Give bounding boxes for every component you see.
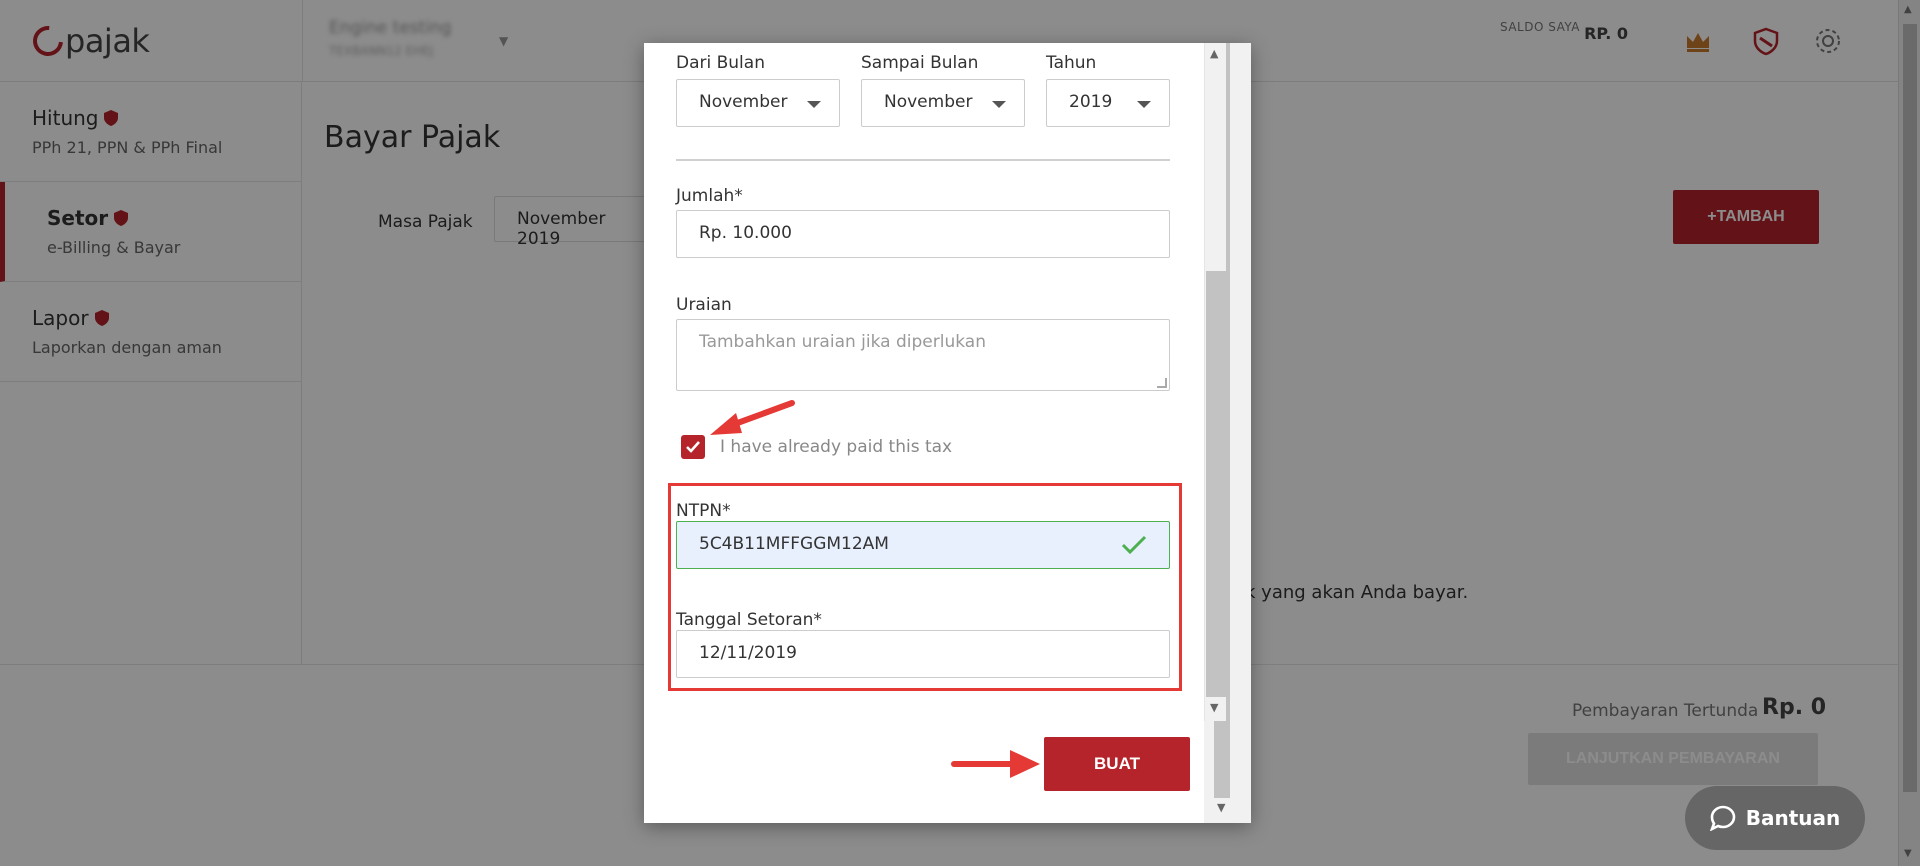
annotation-arrow-icon bbox=[710, 400, 795, 435]
help-label: Bantuan bbox=[1745, 806, 1841, 830]
sampai-bulan-select[interactable]: November bbox=[861, 79, 1025, 127]
checkmark-icon bbox=[686, 441, 700, 453]
annotation-highlight-box bbox=[668, 483, 1182, 691]
tahun-value: 2019 bbox=[1069, 92, 1113, 112]
help-button[interactable]: Bantuan bbox=[1685, 786, 1865, 850]
caret-down-icon bbox=[807, 101, 821, 108]
sampai-bulan-label: Sampai Bulan bbox=[861, 53, 979, 73]
resize-grip-icon[interactable] bbox=[1157, 378, 1167, 388]
annotation-arrow-icon bbox=[951, 750, 1040, 778]
buat-button[interactable]: BUAT bbox=[1044, 737, 1190, 791]
tahun-label: Tahun bbox=[1046, 53, 1097, 73]
scroll-down-icon[interactable]: ▼ bbox=[1210, 701, 1218, 714]
modal-inner-scroll-thumb[interactable] bbox=[1206, 271, 1226, 697]
scroll-down-icon[interactable]: ▼ bbox=[1217, 801, 1225, 814]
caret-down-icon bbox=[992, 101, 1006, 108]
tahun-select[interactable]: 2019 bbox=[1046, 79, 1170, 127]
caret-down-icon bbox=[1137, 101, 1151, 108]
dari-bulan-select[interactable]: November bbox=[676, 79, 840, 127]
uraian-label: Uraian bbox=[676, 295, 732, 315]
chat-bubble-icon bbox=[1709, 805, 1736, 831]
jumlah-label: Jumlah* bbox=[676, 186, 743, 206]
section-divider bbox=[676, 159, 1170, 161]
scroll-up-icon[interactable]: ▲ bbox=[1210, 47, 1218, 60]
uraian-textarea[interactable]: Tambahkan uraian jika diperlukan bbox=[676, 319, 1170, 391]
payment-modal: ▼ Dari Bulan November Sampai Bulan Novem… bbox=[644, 43, 1251, 823]
modal-body: Dari Bulan November Sampai Bulan Novembe… bbox=[644, 43, 1204, 823]
dari-bulan-value: November bbox=[699, 92, 788, 112]
modal-inner-scrollbar[interactable]: ▲ ▼ bbox=[1204, 43, 1226, 721]
sampai-bulan-value: November bbox=[884, 92, 973, 112]
jumlah-input[interactable]: Rp. 10.000 bbox=[676, 210, 1170, 258]
dari-bulan-label: Dari Bulan bbox=[676, 53, 765, 73]
uraian-placeholder: Tambahkan uraian jika diperlukan bbox=[699, 332, 986, 352]
paid-checkbox[interactable] bbox=[681, 435, 705, 459]
